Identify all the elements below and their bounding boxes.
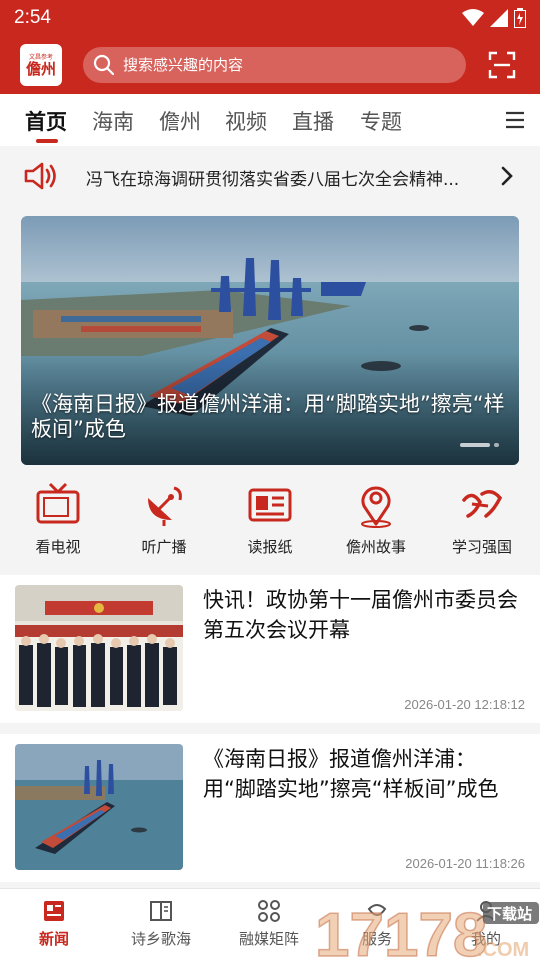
- location-pin-icon: [361, 486, 391, 528]
- quick-nav-label: 听广播: [141, 538, 187, 556]
- app-root: 2:54 文昌参考 儋州 首页 海南 儋州 视频 直播 专题: [0, 0, 540, 960]
- search-input[interactable]: [123, 47, 453, 83]
- news-thumbnail: [15, 744, 183, 870]
- quick-nav-label: 看电视: [35, 538, 81, 556]
- tab-video[interactable]: 视频: [225, 106, 267, 136]
- notice-text[interactable]: 冯飞在琼海调研贯彻落实省委八届七次全会精神...: [86, 165, 481, 190]
- bottom-nav-poetry[interactable]: 诗乡歌海: [111, 899, 211, 949]
- carousel-dot-active: [460, 443, 490, 447]
- quick-nav-newspaper[interactable]: 读报纸: [220, 480, 320, 557]
- quick-nav-label: 儋州故事: [345, 538, 406, 556]
- bottom-nav-matrix[interactable]: 融媒矩阵: [219, 899, 319, 949]
- quick-nav-story[interactable]: 儋州故事: [326, 480, 426, 557]
- grid-icon: [258, 900, 280, 922]
- quick-nav-label: 学习强国: [451, 538, 512, 556]
- news-card[interactable]: 快讯！政协第十一届儋州市委员会第五次会议开幕 2026-01-20 12:18:…: [0, 575, 540, 723]
- logo-big-text: 儋州: [25, 60, 56, 78]
- carousel-dot: [494, 443, 499, 447]
- tab-live[interactable]: 直播: [292, 106, 334, 136]
- news-timestamp: 2026-01-20 12:18:12: [404, 697, 525, 712]
- meeting-photo: [15, 585, 183, 711]
- xuexi-logo-icon: [462, 490, 503, 518]
- carousel-indicator: [460, 443, 499, 447]
- menu-icon[interactable]: [505, 110, 525, 130]
- battery-icon: [514, 8, 526, 28]
- app-logo[interactable]: 文昌参考 儋州: [20, 44, 62, 86]
- channel-tabs: 首页 海南 儋州 视频 直播 专题: [0, 94, 540, 146]
- top-header: 文昌参考 儋州: [0, 36, 540, 94]
- chevron-right-icon[interactable]: [500, 166, 514, 186]
- tab-hainan[interactable]: 海南: [92, 106, 134, 136]
- status-icons: [462, 8, 526, 28]
- bottom-nav-label: 融媒矩阵: [238, 930, 299, 948]
- search-icon: [93, 54, 115, 76]
- tab-active-indicator: [36, 139, 58, 143]
- status-bar: 2:54: [0, 0, 540, 36]
- port-photo: [15, 744, 183, 870]
- tab-danzhou[interactable]: 儋州: [159, 106, 201, 136]
- quick-nav-xuexi[interactable]: 学习强国: [432, 480, 532, 557]
- news-title[interactable]: 《海南日报》报道儋州洋浦：用“脚踏实地”擦亮“样板间”成色: [203, 744, 523, 804]
- wifi-icon: [462, 9, 484, 26]
- tv-icon: [36, 482, 80, 524]
- speaker-icon: [24, 162, 56, 190]
- scan-icon[interactable]: [488, 51, 516, 79]
- watermark-number: 17178: [315, 901, 487, 960]
- status-time: 2:54: [14, 7, 51, 28]
- quick-nav-radio[interactable]: 听广播: [114, 480, 214, 557]
- news-title[interactable]: 快讯！政协第十一届儋州市委员会第五次会议开幕: [203, 585, 523, 645]
- banner-caption[interactable]: 《海南日报》报道儋州洋浦：用“脚踏实地”擦亮“样板间”成色: [31, 392, 511, 442]
- quick-nav-tv[interactable]: 看电视: [8, 480, 108, 557]
- tab-home[interactable]: 首页: [25, 106, 67, 136]
- tab-topics[interactable]: 专题: [360, 106, 402, 136]
- radio-dish-icon: [148, 486, 182, 526]
- bottom-nav-label: 新闻: [38, 930, 69, 948]
- newspaper-icon: [248, 488, 292, 522]
- bottom-nav-news[interactable]: 新闻: [4, 899, 104, 949]
- bottom-nav-label: 诗乡歌海: [130, 930, 191, 948]
- quick-nav-label: 读报纸: [247, 538, 293, 556]
- news-card[interactable]: 《海南日报》报道儋州洋浦：用“脚踏实地”擦亮“样板间”成色 2026-01-20…: [0, 734, 540, 882]
- news-icon: [44, 901, 64, 921]
- quick-nav: 看电视 听广播 读报纸 儋州故事 学习强国: [0, 470, 540, 565]
- news-thumbnail: [15, 585, 183, 711]
- watermark-suffix: .COM: [477, 939, 529, 960]
- search-bar[interactable]: [83, 47, 466, 83]
- banner-carousel[interactable]: 《海南日报》报道儋州洋浦：用“脚踏实地”擦亮“样板间”成色: [21, 216, 519, 465]
- site-watermark: 17178 .COM 下载站: [315, 900, 539, 960]
- signal-icon: [490, 9, 508, 27]
- news-timestamp: 2026-01-20 11:18:26: [405, 856, 525, 871]
- notice-bar[interactable]: 冯飞在琼海调研贯彻落实省委八届七次全会精神...: [0, 146, 540, 206]
- watermark-badge: 下载站: [487, 905, 532, 923]
- book-icon: [150, 901, 172, 921]
